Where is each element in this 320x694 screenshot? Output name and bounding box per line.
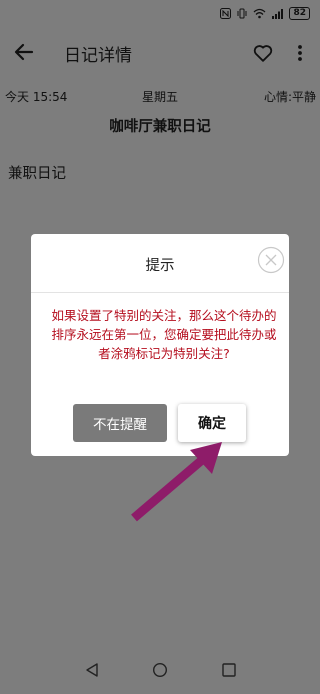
diary-mood: 心情:平静 <box>263 90 316 104</box>
page-title: 日记详情 <box>64 46 132 66</box>
dialog-title: 提示 <box>145 258 175 274</box>
dialog-divider <box>31 292 289 293</box>
nfc-icon <box>220 8 232 19</box>
nav-recent-apps-icon[interactable] <box>221 662 237 678</box>
vibrate-icon <box>237 8 247 19</box>
diary-weekday: 星期五 <box>142 90 179 104</box>
close-icon[interactable] <box>257 246 285 274</box>
diary-body: 兼职日记 <box>8 166 66 182</box>
wifi-icon <box>254 8 266 19</box>
app-bar: 日记详情 <box>0 30 320 76</box>
signal-icon <box>272 9 284 19</box>
nav-home-icon[interactable] <box>152 662 168 678</box>
status-icons: 82 <box>220 7 310 20</box>
diary-meta-row: 今天 15:54 星期五 心情:平静 <box>0 88 320 106</box>
diary-time: 今天 15:54 <box>5 90 68 104</box>
system-nav-bar <box>0 646 320 694</box>
more-options-icon[interactable] <box>292 42 308 64</box>
confirm-dialog: 提示 如果设置了特别的关注，那么这个待办的排序永远在第一位，您确定要把此待办或者… <box>31 234 289 456</box>
back-arrow-icon[interactable] <box>12 40 36 64</box>
heart-icon[interactable] <box>252 42 274 64</box>
status-bar: 82 <box>0 0 320 30</box>
nav-back-icon[interactable] <box>84 662 100 678</box>
dialog-message: 如果设置了特别的关注，那么这个待办的排序永远在第一位，您确定要把此待办或者涂鸦标… <box>51 308 277 361</box>
pointer-arrow-icon <box>131 442 222 522</box>
diary-title: 咖啡厅兼职日记 <box>109 119 211 135</box>
battery-indicator: 82 <box>289 7 310 20</box>
